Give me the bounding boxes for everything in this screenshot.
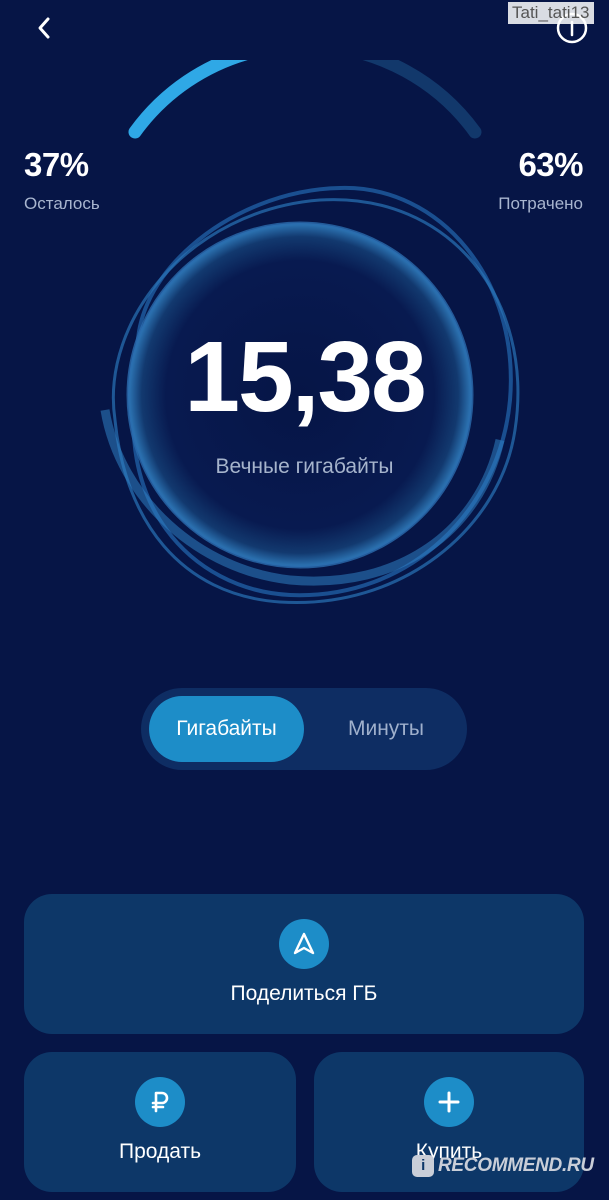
sell-button[interactable]: Продать [24,1052,296,1192]
balance-caption: Вечные гигабайты [215,455,394,478]
usage-arc-fill [128,60,482,139]
unit-toggle: Гигабайты Минуты [141,688,467,770]
ruble-icon [135,1077,185,1127]
remaining-percent: 37% [24,146,89,183]
back-button[interactable] [22,8,66,48]
navigation-arrow-icon [279,919,329,969]
share-gb-label: Поделиться ГБ [230,982,378,1005]
sell-label: Продать [118,1140,202,1163]
usage-arc-track [128,60,482,139]
chevron-left-icon [38,17,50,39]
balance-value: 15,38 [184,321,426,433]
watermark-username: Tati_tati13 [508,2,594,24]
plus-icon [424,1077,474,1127]
recommend-badge: i [412,1155,434,1177]
recommend-watermark: i RECOMMEND.RU [412,1155,594,1177]
share-gb-button[interactable]: Поделиться ГБ [24,894,584,1034]
usage-arc [128,60,482,139]
recommend-text: RECOMMEND.RU [438,1155,594,1177]
tab-gigabytes[interactable]: Гигабайты [149,696,304,762]
tab-minutes[interactable]: Минуты [311,696,461,762]
